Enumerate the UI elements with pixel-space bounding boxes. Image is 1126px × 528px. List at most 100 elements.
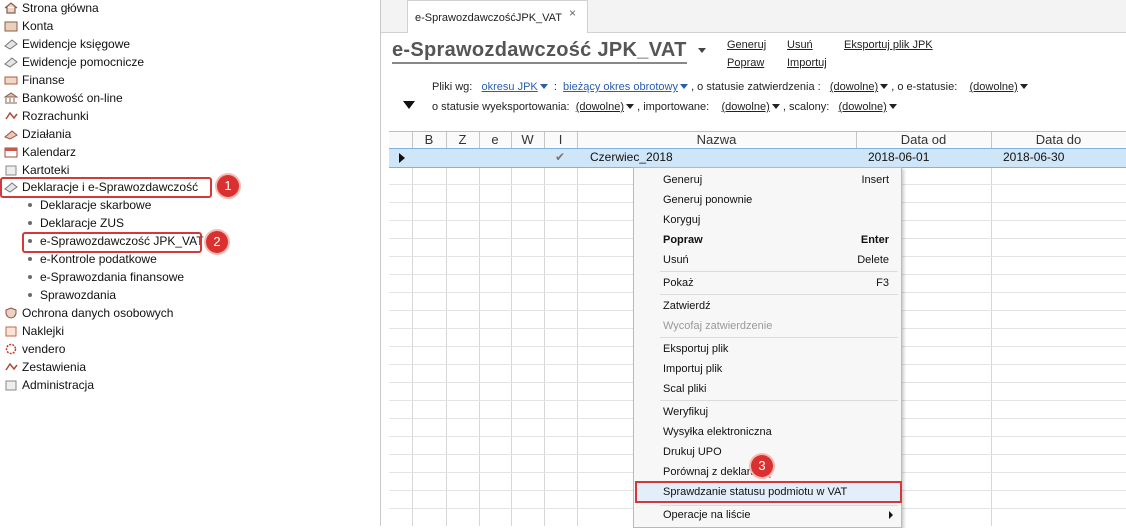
chevron-down-icon[interactable]: [539, 84, 548, 89]
eksportuj-link[interactable]: Eksportuj plik JPK: [844, 39, 933, 51]
row-pointer-icon: [399, 153, 405, 163]
nav-sublabel: Deklaracje ZUS: [40, 216, 125, 230]
importuj-link[interactable]: Importuj: [787, 57, 827, 69]
nav-label: Ochrona danych osobowych: [22, 306, 174, 320]
nav-item-bankowosc[interactable]: Bankowość on-line: [0, 89, 123, 107]
menu-item-sprawdzanie-statusu-vat[interactable]: Sprawdzanie statusu podmiotu w VAT: [634, 482, 901, 502]
nav-item-dzialania[interactable]: Działania: [0, 125, 71, 143]
usun-link[interactable]: Usuń: [787, 39, 813, 51]
nav-item-zestawienia[interactable]: Zestawienia: [0, 358, 86, 376]
nav-item-konta[interactable]: Konta: [0, 17, 53, 35]
cell-nazwa: Czerwiec_2018: [590, 150, 673, 164]
admin-icon: [4, 378, 18, 391]
nav-label: Administracja: [22, 378, 95, 392]
menu-item-operacje-na-liscie[interactable]: Operacje na liście: [634, 505, 901, 525]
nav-item-naklejki[interactable]: Naklejki: [0, 322, 64, 340]
aux-ledger-icon: [4, 55, 18, 68]
column-header-e[interactable]: e: [479, 132, 512, 148]
menu-item-wysylka-elektroniczna[interactable]: Wysyłka elektroniczna: [634, 422, 901, 442]
column-header-i[interactable]: I: [544, 132, 578, 148]
highlight-box-deklaracje: [0, 177, 212, 198]
filter-status-zatwierdzenia[interactable]: (dowolne): [830, 81, 878, 93]
shield-icon: [4, 306, 18, 319]
nav-item-ewidencje-ksiegowe[interactable]: Ewidencje księgowe: [0, 35, 130, 53]
menu-item-koryguj[interactable]: Koryguj: [634, 210, 901, 230]
menu-item-eksportuj-plik[interactable]: Eksportuj plik: [634, 339, 901, 359]
filter-status-wyeksportowania[interactable]: (dowolne): [576, 101, 624, 113]
filter-okres-jpk[interactable]: okresu JPK: [482, 81, 538, 93]
filter-e-status[interactable]: (dowolne): [970, 81, 1018, 93]
nav-sublabel: e-Kontrole podatkowe: [40, 252, 157, 266]
nav-item-administracja[interactable]: Administracja: [0, 376, 94, 394]
nav-sublabel: Deklaracje skarbowe: [40, 198, 152, 212]
nav-item-ochrona-danych[interactable]: Ochrona danych osobowych: [0, 304, 173, 322]
menu-item-scal-pliki[interactable]: Scal pliki: [634, 379, 901, 399]
nav-item-vendero[interactable]: vendero: [0, 340, 65, 358]
close-icon[interactable]: ×: [569, 6, 576, 20]
chevron-down-icon[interactable]: [680, 84, 688, 89]
chevron-down-icon[interactable]: [1019, 84, 1028, 89]
menu-item-popraw[interactable]: Popraw Enter: [634, 230, 901, 250]
filter-scalony[interactable]: (dowolne): [838, 101, 886, 113]
cell-data-od: 2018-06-01: [868, 150, 930, 164]
nav-subitem-e-sprawozdania[interactable]: e-Sprawozdania finansowe: [28, 268, 184, 286]
filter-okres-obrotowy[interactable]: bieżący okres obrotowy: [563, 81, 678, 93]
column-header-nazwa[interactable]: Nazwa: [577, 132, 857, 148]
chevron-down-icon[interactable]: [880, 84, 889, 89]
nav-label: Zestawienia: [22, 360, 87, 374]
menu-item-pokaz[interactable]: Pokaż F3: [634, 273, 901, 293]
calendar-icon: [4, 145, 18, 158]
chevron-down-icon[interactable]: [626, 104, 635, 109]
cell-data-do: 2018-06-30: [1003, 150, 1065, 164]
home-icon: [4, 1, 18, 14]
nav-label: Kartoteki: [22, 163, 70, 177]
nav-item-ewidencje-pomocnicze[interactable]: Ewidencje pomocnicze: [0, 53, 144, 71]
nav-subitem-e-kontrole[interactable]: e-Kontrole podatkowe: [28, 250, 157, 268]
nav-item-home[interactable]: Strona główna: [0, 0, 99, 17]
column-header-data-do[interactable]: Data do: [991, 132, 1126, 148]
generuj-link[interactable]: Generuj: [727, 39, 766, 51]
column-header-w[interactable]: W: [511, 132, 545, 148]
table-row[interactable]: ✔ Czerwiec_2018 2018-06-01 2018-06-30: [389, 148, 1126, 168]
column-header-data-od[interactable]: Data od: [856, 132, 992, 148]
nav-item-rozrachunki[interactable]: Rozrachunki: [0, 107, 89, 125]
column-header-z[interactable]: Z: [446, 132, 480, 148]
tab-jpk-vat[interactable]: e-SprawozdawczośćJPK_VAT ×: [407, 0, 588, 33]
menu-item-zatwierdz[interactable]: Zatwierdź: [634, 296, 901, 316]
nav-sublabel: e-Sprawozdania finansowe: [40, 270, 185, 284]
menu-item-wycofaj-zatwierdzenie[interactable]: Wycofaj zatwierdzenie: [634, 316, 901, 336]
nav-subitem-deklaracje-skarbowe[interactable]: Deklaracje skarbowe: [28, 196, 151, 214]
nav-item-finanse[interactable]: Finanse: [0, 71, 65, 89]
nav-item-kalendarz[interactable]: Kalendarz: [0, 143, 76, 161]
chevron-down-icon[interactable]: [888, 104, 897, 109]
filter-label: , importowane:: [637, 101, 710, 113]
tab-label: e-SprawozdawczośćJPK_VAT: [415, 12, 562, 24]
menu-item-importuj-plik[interactable]: Importuj plik: [634, 359, 901, 379]
step-badge-1: 1: [217, 175, 239, 197]
table-header: B Z e W I Nazwa Data od Data do: [389, 131, 1126, 149]
filter-importowane[interactable]: (dowolne): [721, 101, 769, 113]
menu-item-generuj[interactable]: Generuj Insert: [634, 170, 901, 190]
step-badge-2: 2: [206, 231, 228, 253]
reports-icon: [4, 360, 18, 372]
accounts-icon: [4, 19, 18, 32]
files-icon: [4, 163, 18, 176]
nav-subitem-deklaracje-zus[interactable]: Deklaracje ZUS: [28, 214, 124, 232]
menu-item-usun[interactable]: Usuń Delete: [634, 250, 901, 270]
nav-label: Ewidencje księgowe: [22, 37, 131, 51]
chevron-down-icon[interactable]: [771, 104, 780, 109]
submenu-arrow-icon: [889, 511, 893, 519]
vendero-icon: [4, 342, 18, 355]
chevron-down-icon[interactable]: [698, 48, 706, 53]
popraw-link[interactable]: Popraw: [727, 57, 764, 69]
menu-item-generuj-ponownie[interactable]: Generuj ponownie: [634, 190, 901, 210]
filter-label: , scalony:: [782, 101, 830, 113]
column-header-b[interactable]: B: [412, 132, 447, 148]
finance-icon: [4, 73, 18, 85]
filter-row-2: o statusie wyeksportowania: (dowolne) , …: [432, 101, 897, 113]
nav-subitem-sprawozdania[interactable]: Sprawozdania: [28, 286, 116, 304]
filter-label: Pliki wg:: [432, 81, 473, 93]
menu-item-weryfikuj[interactable]: Weryfikuj: [634, 402, 901, 422]
expand-filters-icon[interactable]: [403, 101, 415, 109]
nav-label: Rozrachunki: [22, 109, 89, 123]
